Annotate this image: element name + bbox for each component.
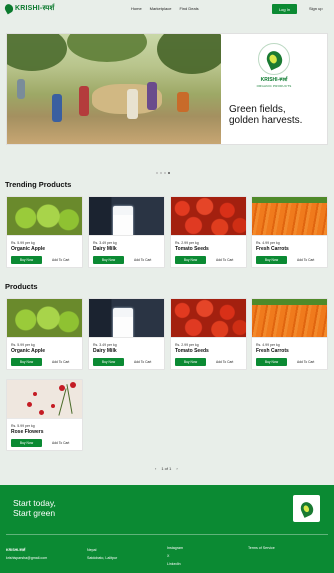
- product-card[interactable]: Rs. 3.49 per kg Dairy Milk Buy Now Add T…: [88, 196, 165, 268]
- carrot-image: [252, 299, 327, 338]
- top-nav: KRISHI-स्पर्श Home Marketplace Find Deal…: [0, 0, 334, 19]
- product-card[interactable]: Rs. 5.99 per kg Organic Apple Buy Now Ad…: [6, 298, 83, 370]
- buy-now-button[interactable]: Buy Now: [93, 358, 124, 366]
- footer: Start today, Start green KRISHI-स्पर्श k…: [0, 485, 334, 573]
- add-to-cart-button[interactable]: Add To Cart: [216, 258, 233, 262]
- leaf-icon: [3, 2, 15, 15]
- product-name: Dairy Milk: [93, 246, 117, 252]
- buy-now-button[interactable]: Buy Now: [11, 358, 42, 366]
- product-name: Dairy Milk: [93, 348, 117, 354]
- add-to-cart-button[interactable]: Add To Cart: [52, 441, 69, 445]
- add-to-cart-button[interactable]: Add To Cart: [52, 258, 69, 262]
- add-to-cart-button[interactable]: Add To Cart: [52, 360, 69, 364]
- prev-page-button[interactable]: ‹: [155, 466, 156, 471]
- add-to-cart-button[interactable]: Add To Cart: [134, 258, 151, 262]
- tomato-image: [171, 299, 246, 338]
- product-name: Organic Apple: [11, 348, 45, 354]
- trending-title: Trending Products: [5, 180, 72, 189]
- product-card[interactable]: Rs. 3.49 per kg Dairy Milk Buy Now Add T…: [88, 298, 165, 370]
- product-card[interactable]: Rs. 4.99 per kg Fresh Carrots Buy Now Ad…: [251, 196, 328, 268]
- next-page-button[interactable]: ›: [176, 466, 177, 471]
- apple-image: [7, 197, 82, 236]
- add-to-cart-button[interactable]: Add To Cart: [134, 360, 151, 364]
- product-name: Tomato Seeds: [175, 246, 209, 252]
- x-link[interactable]: X: [167, 552, 183, 560]
- product-card[interactable]: Rs. 5.99 per kg Rose Flowers Buy Now Add…: [6, 379, 83, 451]
- product-price: Rs. 5.99 per kg: [11, 241, 35, 245]
- nav-marketplace-link[interactable]: Marketplace: [150, 6, 172, 11]
- linkedin-link[interactable]: LinkedIn: [167, 560, 183, 568]
- add-to-cart-button[interactable]: Add To Cart: [297, 258, 314, 262]
- product-card[interactable]: Rs. 2.99 per kg Tomato Seeds Buy Now Add…: [170, 298, 247, 370]
- product-price: Rs. 3.49 per kg: [93, 241, 117, 245]
- farm-harvest-photo: [7, 34, 221, 144]
- terms-link[interactable]: Terms of Service: [248, 544, 275, 552]
- product-price: Rs. 5.99 per kg: [11, 424, 35, 428]
- carousel-dot[interactable]: [156, 172, 158, 174]
- products-title: Products: [5, 282, 38, 291]
- hero-brand-subtitle: ORGANIC PRODUCTS: [256, 84, 292, 88]
- product-card[interactable]: Rs. 2.99 per kg Tomato Seeds Buy Now Add…: [170, 196, 247, 268]
- nav-links: Home Marketplace Find Deals: [131, 6, 199, 11]
- carousel-dot[interactable]: [164, 172, 166, 174]
- buy-now-button[interactable]: Buy Now: [175, 358, 206, 366]
- footer-contact: KRISHI-स्पर्श krishisparsha@gmail.com: [6, 546, 47, 562]
- footer-address: Nepal Satdobato, Lalitpur: [87, 548, 118, 560]
- product-name: Fresh Carrots: [256, 348, 289, 354]
- footer-email[interactable]: krishisparsha@gmail.com: [6, 554, 47, 562]
- add-to-cart-button[interactable]: Add To Cart: [216, 360, 233, 364]
- add-to-cart-button[interactable]: Add To Cart: [297, 360, 314, 364]
- nav-find-deals-link[interactable]: Find Deals: [179, 6, 198, 11]
- product-name: Fresh Carrots: [256, 246, 289, 252]
- product-name: Rose Flowers: [11, 429, 44, 435]
- tomato-image: [171, 197, 246, 236]
- carrot-image: [252, 197, 327, 236]
- rose-image: [7, 380, 82, 419]
- product-price: Rs. 2.99 per kg: [175, 241, 199, 245]
- product-card[interactable]: Rs. 4.99 per kg Fresh Carrots Buy Now Ad…: [251, 298, 328, 370]
- buy-now-button[interactable]: Buy Now: [256, 256, 287, 264]
- product-price: Rs. 5.99 per kg: [11, 343, 35, 347]
- leaf-icon: [263, 48, 285, 70]
- hero-brand-panel: KRISHI-स्पर्श ORGANIC PRODUCTS Green fie…: [221, 34, 327, 144]
- footer-social: Instagram X LinkedIn: [167, 544, 183, 568]
- footer-terms: Terms of Service: [248, 544, 275, 552]
- nav-home-link[interactable]: Home: [131, 6, 142, 11]
- product-price: Rs. 4.99 per kg: [256, 343, 280, 347]
- hero-banner: KRISHI-स्पर्श ORGANIC PRODUCTS Green fie…: [6, 33, 328, 145]
- product-price: Rs. 3.49 per kg: [93, 343, 117, 347]
- carousel-dot-active[interactable]: [168, 172, 170, 174]
- signup-link[interactable]: Sign up: [309, 6, 323, 11]
- instagram-link[interactable]: Instagram: [167, 544, 183, 552]
- footer-divider: [6, 534, 328, 535]
- apple-image: [7, 299, 82, 338]
- page-indicator: 1 of 1: [161, 466, 172, 471]
- footer-brand: KRISHI-स्पर्श: [6, 548, 26, 552]
- buy-now-button[interactable]: Buy Now: [11, 439, 42, 447]
- hero-brand-name: KRISHI-स्पर्श: [260, 77, 288, 83]
- product-card[interactable]: Rs. 5.99 per kg Organic Apple Buy Now Ad…: [6, 196, 83, 268]
- brand-name: KRISHI-स्पर्श: [15, 5, 55, 12]
- product-price: Rs. 2.99 per kg: [175, 343, 199, 347]
- buy-now-button[interactable]: Buy Now: [93, 256, 124, 264]
- leaf-icon: [298, 499, 315, 518]
- product-name: Tomato Seeds: [175, 348, 209, 354]
- milk-image: [89, 299, 164, 338]
- pagination: ‹ 1 of 1 ›: [155, 466, 178, 471]
- footer-cta: Start today, Start green: [13, 498, 56, 518]
- product-name: Organic Apple: [11, 246, 45, 252]
- buy-now-button[interactable]: Buy Now: [11, 256, 42, 264]
- brand-emblem: [258, 43, 290, 75]
- buy-now-button[interactable]: Buy Now: [256, 358, 287, 366]
- hero-tagline: Green fields, golden harvests.: [229, 104, 303, 126]
- carousel-dot[interactable]: [160, 172, 162, 174]
- login-button[interactable]: Log In: [272, 4, 297, 14]
- brand-logo[interactable]: KRISHI-स्पर्श: [3, 2, 55, 15]
- carousel-dots: [156, 172, 170, 174]
- buy-now-button[interactable]: Buy Now: [175, 256, 206, 264]
- footer-logo: [293, 495, 320, 522]
- product-price: Rs. 4.99 per kg: [256, 241, 280, 245]
- milk-image: [89, 197, 164, 236]
